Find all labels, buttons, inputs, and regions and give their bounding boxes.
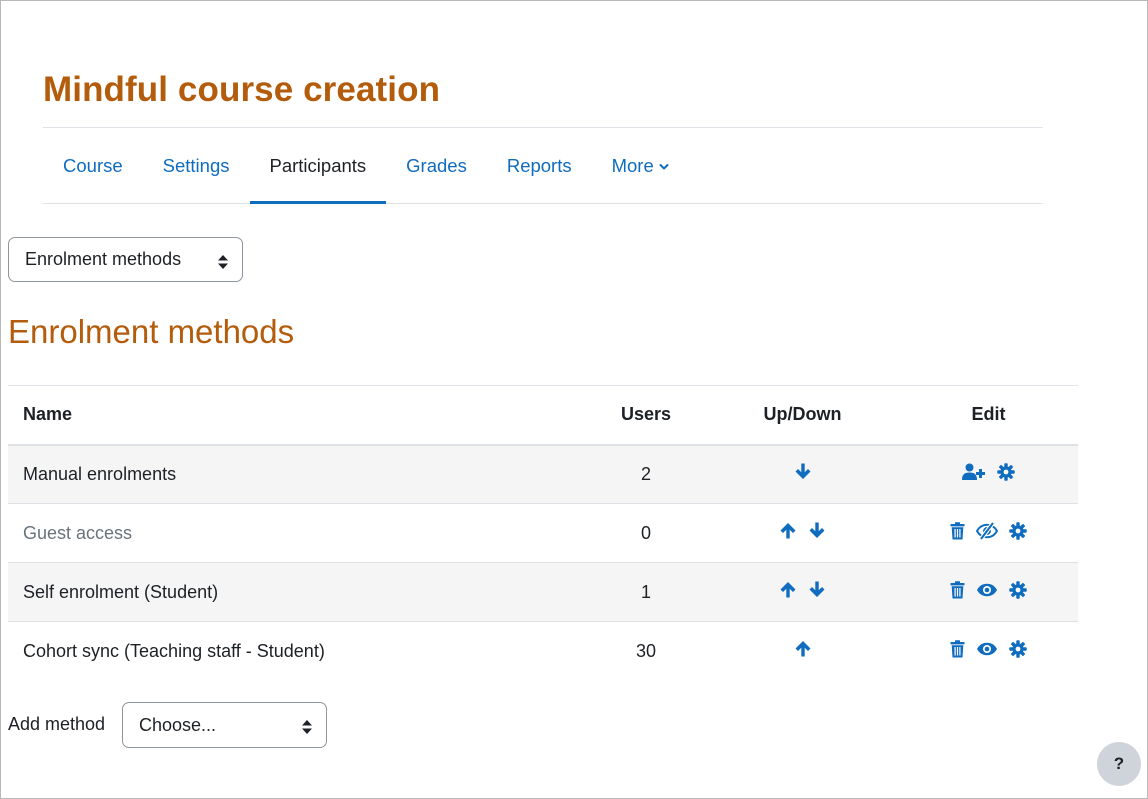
method-name: Cohort sync (Teaching staff - Student) (8, 621, 586, 681)
table-row: Cohort sync (Teaching staff - Student) 3… (8, 621, 1078, 681)
enrol-users-icon[interactable] (962, 463, 986, 481)
nav-tab-course[interactable]: Course (43, 128, 143, 203)
updown-cell (706, 621, 899, 681)
nav-tab-reports[interactable]: Reports (487, 128, 592, 203)
nav-tab-settings[interactable]: Settings (143, 128, 250, 203)
edit-cell (899, 503, 1078, 563)
edit-cell (899, 444, 1078, 504)
add-method-dropdown[interactable]: Choose... (122, 702, 327, 748)
arrow-up-icon[interactable] (779, 581, 797, 598)
add-method-label: Add method (8, 714, 106, 734)
table-row: Manual enrolments 2 (8, 444, 1078, 504)
trash-icon[interactable] (950, 521, 965, 540)
edit-cell (899, 562, 1078, 622)
method-users: 1 (586, 562, 706, 622)
trash-icon[interactable] (950, 640, 965, 658)
method-users: 2 (586, 444, 706, 504)
nav-tab-participants[interactable]: Participants (249, 128, 387, 204)
updown-cell (706, 444, 899, 504)
nav-tab-label: Course (63, 154, 123, 176)
add-method-value: Choose... (139, 714, 217, 735)
arrow-up-icon[interactable] (779, 522, 797, 539)
column-header-name: Name (8, 385, 586, 446)
method-name: Manual enrolments (8, 444, 586, 504)
eye-icon[interactable] (976, 581, 998, 599)
gear-icon[interactable] (1009, 521, 1027, 540)
chevron-down-icon (659, 154, 669, 176)
arrow-down-icon[interactable] (808, 522, 826, 539)
updown-cell (706, 562, 899, 622)
help-icon: ? (1113, 754, 1125, 773)
method-users: 30 (586, 621, 706, 681)
nav-tab-label: Settings (162, 154, 230, 176)
nav-tab-more[interactable]: More (592, 128, 689, 203)
method-name: Guest access (8, 503, 586, 563)
table-row: Guest access 0 (8, 503, 1078, 563)
arrow-down-icon[interactable] (794, 463, 812, 480)
column-header-edit: Edit (899, 385, 1078, 446)
help-button[interactable]: ? (1097, 742, 1141, 786)
gear-icon[interactable] (1009, 580, 1027, 599)
method-users: 0 (586, 503, 706, 563)
enrolment-methods-table: Name Users Up/Down Edit Manual enrolment… (8, 385, 1078, 681)
eye-slash-icon[interactable] (975, 521, 999, 540)
arrow-up-icon[interactable] (794, 640, 812, 657)
edit-cell (899, 621, 1078, 681)
page-heading: Enrolment methods (8, 313, 295, 350)
page-selector-value: Enrolment methods (25, 249, 182, 269)
column-header-updown: Up/Down (706, 385, 899, 446)
updown-cell (706, 503, 899, 563)
eye-icon[interactable] (976, 640, 998, 658)
course-title: Mindful course creation (43, 70, 441, 109)
table-row: Self enrolment (Student) 1 (8, 562, 1078, 622)
select-arrows-icon (218, 253, 228, 269)
gear-icon[interactable] (1009, 640, 1027, 658)
gear-icon[interactable] (997, 463, 1015, 481)
secondary-navigation: Course Settings Participants Grades Repo… (43, 127, 1043, 204)
nav-tab-label: Grades (406, 154, 467, 176)
page-selector-dropdown[interactable]: Enrolment methods (8, 237, 243, 282)
nav-tab-label: Reports (506, 154, 572, 176)
trash-icon[interactable] (950, 580, 965, 599)
table-header-row: Name Users Up/Down Edit (8, 385, 1078, 446)
nav-tab-label: Participants (269, 154, 367, 176)
method-name: Self enrolment (Student) (8, 562, 586, 622)
nav-tab-label: More (611, 154, 654, 176)
arrow-down-icon[interactable] (808, 581, 826, 598)
column-header-users: Users (586, 385, 706, 446)
select-arrows-icon (302, 718, 312, 734)
nav-tab-grades[interactable]: Grades (386, 128, 487, 203)
